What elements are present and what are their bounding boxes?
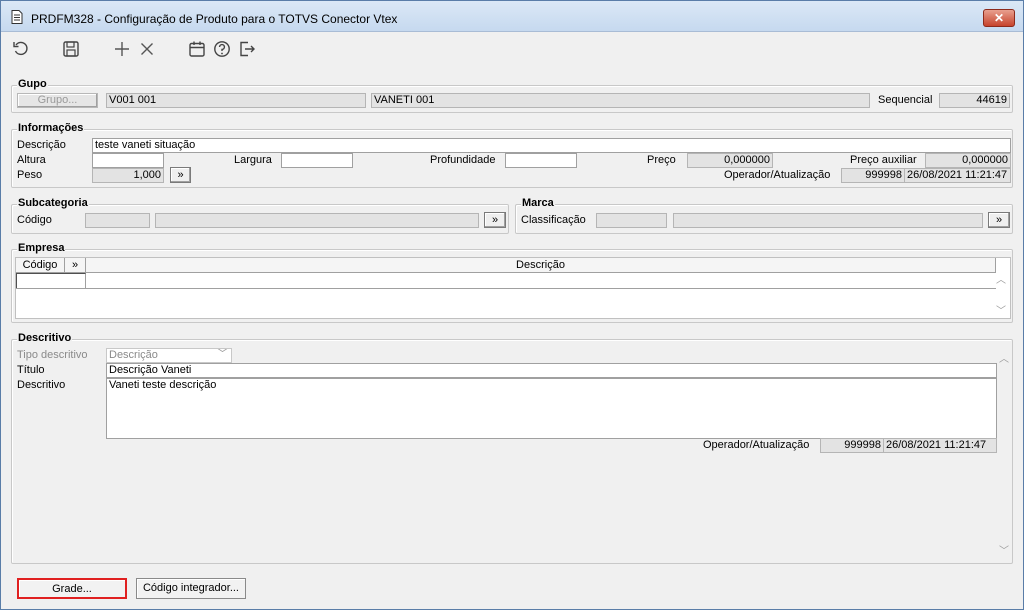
col-descricao-header[interactable]: Descrição [86, 258, 996, 273]
classificacao-lookup-button[interactable]: » [988, 212, 1010, 228]
preco-label: Preço [647, 154, 676, 166]
chevron-down-icon: ﹀ [217, 348, 228, 360]
tipo-descritivo-value: Descrição [109, 349, 158, 361]
main-window: PRDFM328 - Configuração de Produto para … [0, 0, 1024, 610]
descritivo-scroll-down-icon[interactable]: ﹀ [999, 542, 1009, 557]
operador-field[interactable]: 999998 [841, 168, 905, 183]
empresa-grid[interactable]: Código » Descrição ︿ ﹀ [15, 257, 1011, 319]
atualizacao-field[interactable]: 26/08/2021 11:21:47 [904, 168, 1011, 183]
help-icon[interactable] [212, 39, 232, 59]
descritivo-label: Descritivo [17, 379, 66, 391]
classificacao-codigo-field[interactable] [596, 213, 667, 228]
subcategoria-codigo-field[interactable] [85, 213, 150, 228]
calendar-icon[interactable] [187, 39, 207, 59]
subcategoria-lookup-button[interactable]: » [484, 212, 506, 228]
descricao-field[interactable]: teste vaneti situação [92, 138, 1011, 153]
preco-auxiliar-label: Preço auxiliar [850, 154, 917, 166]
refresh-icon[interactable] [11, 39, 31, 59]
save-icon[interactable] [61, 39, 81, 59]
tipo-descritivo-label: Tipo descritivo [17, 349, 88, 361]
col-codigo-header[interactable]: Código [16, 258, 65, 273]
scroll-down-icon[interactable]: ﹀ [996, 302, 1006, 317]
peso-lookup-button[interactable]: » [170, 167, 191, 183]
toolbar [1, 33, 1023, 65]
descritivo-operador-field[interactable]: 999998 [820, 438, 884, 453]
titulo-field[interactable]: Descrição Vaneti [106, 363, 997, 378]
profundidade-label: Profundidade [430, 154, 496, 166]
subcategoria-label: Subcategoria [17, 197, 89, 209]
altura-field[interactable] [92, 153, 164, 168]
tipo-descritivo-select[interactable]: Descrição ﹀ [106, 348, 232, 363]
table-row[interactable] [16, 273, 996, 289]
profundidade-field[interactable] [505, 153, 577, 168]
close-button[interactable]: ✕ [983, 9, 1015, 27]
sequencial-label: Sequencial [878, 94, 933, 106]
altura-label: Altura [17, 154, 46, 166]
descritivo-operador-label: Operador/Atualização [703, 439, 810, 451]
col-lookup-header[interactable]: » [65, 258, 86, 273]
preco-auxiliar-field[interactable]: 0,000000 [925, 153, 1011, 168]
add-icon[interactable] [112, 39, 132, 59]
largura-label: Largura [234, 154, 272, 166]
descritivo-textarea[interactable]: Vaneti teste descrição [106, 378, 997, 439]
subcategoria-descricao-field[interactable] [155, 213, 479, 228]
grade-button[interactable]: Grade... [17, 578, 127, 599]
informacoes-label: Informações [17, 122, 85, 134]
scroll-up-icon[interactable]: ︿ [996, 271, 1006, 286]
document-icon [11, 10, 23, 24]
largura-field[interactable] [281, 153, 353, 168]
classificacao-descricao-field[interactable] [673, 213, 983, 228]
grupo-button[interactable]: Grupo... [17, 93, 98, 108]
descritivo-scroll-up-icon[interactable]: ︿ [999, 350, 1009, 365]
marca-label: Marca [521, 197, 555, 209]
subcategoria-codigo-label: Código [17, 214, 52, 226]
title-bar: PRDFM328 - Configuração de Produto para … [1, 1, 1023, 32]
gupo-label: Gupo [17, 78, 48, 90]
delete-icon[interactable] [137, 39, 157, 59]
descricao-label: Descrição [17, 139, 66, 151]
peso-label: Peso [17, 169, 43, 181]
grupo-code-field[interactable]: V001 001 [106, 93, 366, 108]
grupo-description-field[interactable]: VANETI 001 [371, 93, 870, 108]
peso-field[interactable]: 1,000 [92, 168, 164, 183]
sequencial-field[interactable]: 44619 [939, 93, 1010, 108]
codigo-integrador-button[interactable]: Código integrador... [136, 578, 246, 599]
window-title: PRDFM328 - Configuração de Produto para … [31, 12, 398, 26]
preco-field[interactable]: 0,000000 [687, 153, 773, 168]
empresa-label: Empresa [17, 242, 66, 254]
titulo-label: Título [17, 364, 45, 376]
operador-atualizacao-label: Operador/Atualização [724, 169, 831, 181]
classificacao-label: Classificação [521, 214, 586, 226]
exit-icon[interactable] [237, 39, 257, 59]
descritivo-atualizacao-field[interactable]: 26/08/2021 11:21:47 [883, 438, 997, 453]
descritivo-group-label: Descritivo [17, 332, 73, 344]
codigo-cell[interactable] [16, 273, 86, 288]
